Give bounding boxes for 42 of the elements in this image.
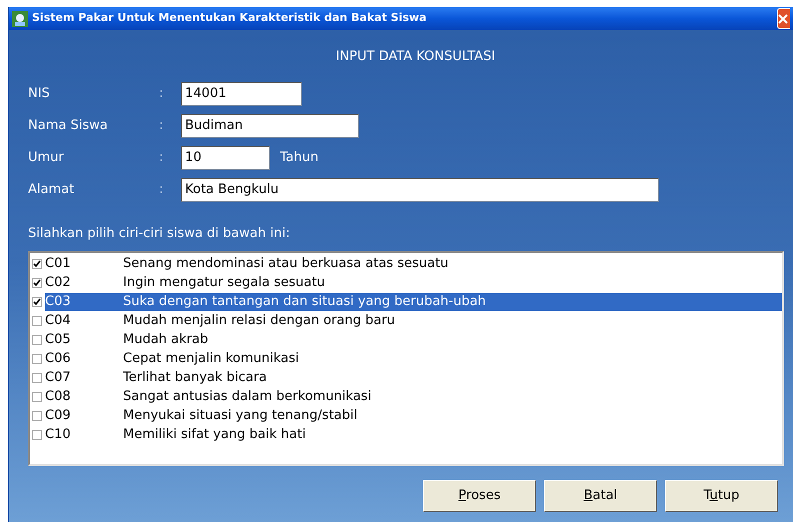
field-label: NIS bbox=[28, 85, 51, 104]
list-row[interactable]: C09 Menyukai situasi yang tenang/stabil bbox=[45, 407, 782, 425]
colon-separator: : bbox=[159, 85, 164, 104]
colon-separator: : bbox=[159, 117, 164, 136]
checkbox[interactable] bbox=[32, 430, 42, 440]
field-label: Nama Siswa bbox=[28, 117, 109, 136]
field-label: Alamat bbox=[28, 181, 76, 200]
checkbox[interactable] bbox=[32, 373, 42, 383]
close-icon bbox=[778, 14, 788, 24]
text-field[interactable]: Budiman bbox=[181, 114, 359, 138]
colon-separator: : bbox=[159, 149, 164, 168]
checkbox[interactable] bbox=[32, 354, 42, 364]
list-row[interactable]: C08 Sangat antusias dalam berkomunikasi bbox=[45, 388, 782, 406]
list-row[interactable]: C05 Mudah akrab bbox=[45, 331, 782, 349]
list-row[interactable]: C02 Ingin mengatur segala sesuatu bbox=[45, 274, 782, 292]
window-title: Sistem Pakar Untuk Menentukan Karakteristik dan Bakat Siswa bbox=[32, 10, 428, 26]
dialog-button[interactable]: Batal bbox=[544, 480, 657, 512]
checkbox[interactable] bbox=[32, 335, 42, 345]
dialog-button[interactable]: Tutup bbox=[665, 480, 778, 512]
text-field[interactable]: 14001 bbox=[181, 82, 302, 106]
checkbox[interactable] bbox=[32, 316, 42, 326]
close-button[interactable] bbox=[777, 8, 790, 29]
list-row[interactable]: C10 Memiliki sifat yang baik hati bbox=[45, 426, 782, 444]
form-heading: INPUT DATA KONSULTASI bbox=[336, 48, 496, 66]
list-row[interactable]: C01 Senang mendominasi atau berkuasa atas sesuatu bbox=[45, 255, 782, 273]
list-caption: Silahkan pilih ciri-ciri siswa di bawah ini: bbox=[28, 225, 291, 243]
text-field[interactable]: Kota Bengkulu bbox=[181, 178, 659, 202]
colon-separator: : bbox=[159, 181, 164, 200]
dialog-button[interactable]: Proses bbox=[423, 480, 536, 512]
checkbox[interactable] bbox=[32, 297, 42, 307]
checkbox[interactable] bbox=[32, 411, 42, 421]
checkbox[interactable] bbox=[32, 392, 42, 402]
checkbox[interactable] bbox=[32, 278, 42, 288]
list-row[interactable]: C03 Suka dengan tantangan dan situasi yang berubah-ubah bbox=[45, 293, 782, 311]
list-row[interactable]: C04 Mudah menjalin relasi dengan orang baru bbox=[45, 312, 782, 330]
list-row[interactable]: C06 Cepat menjalin komunikasi bbox=[45, 350, 782, 368]
unit-label: Tahun bbox=[280, 149, 318, 168]
app-icon bbox=[12, 10, 28, 26]
checkbox[interactable] bbox=[32, 259, 42, 269]
list-row[interactable]: C07 Terlihat banyak bicara bbox=[45, 369, 782, 387]
field-label: Umur bbox=[28, 149, 65, 168]
text-field[interactable]: 10 bbox=[181, 146, 270, 170]
